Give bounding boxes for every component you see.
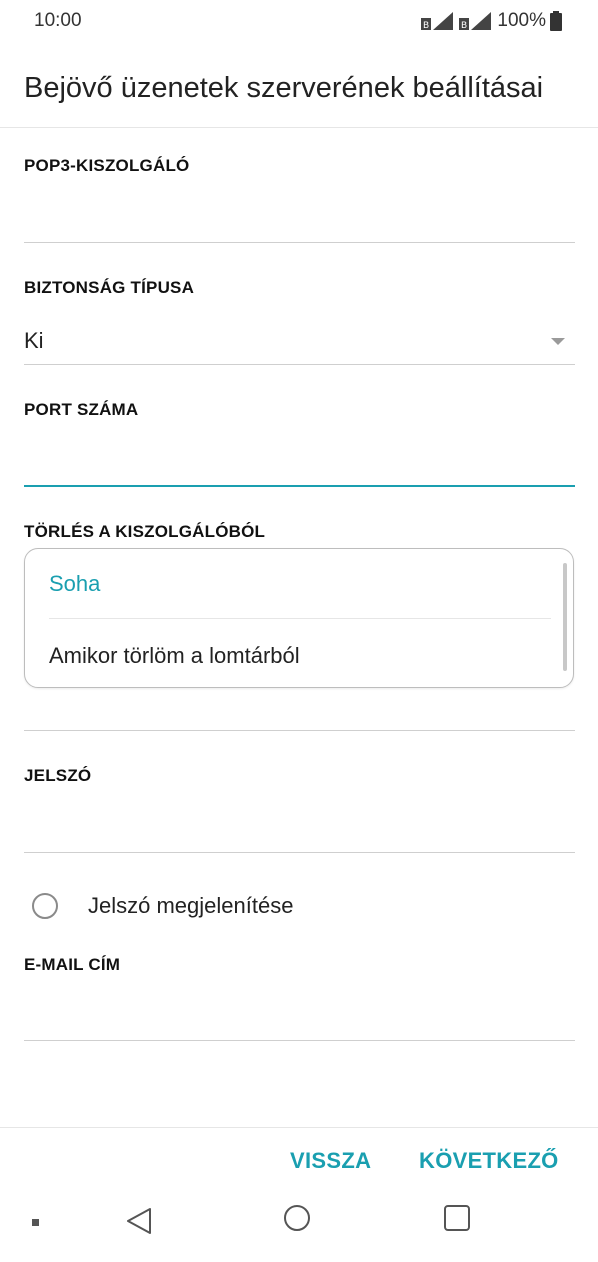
port-label: PORT SZÁMA <box>24 400 139 419</box>
password-label: JELSZÓ <box>24 766 92 785</box>
security-type-dropdown[interactable]: Ki <box>24 318 575 362</box>
email-label: E-MAIL CÍM <box>24 955 121 974</box>
show-password-radio[interactable] <box>32 893 58 919</box>
popup-divider <box>49 618 551 619</box>
status-icons: B B 100% <box>421 10 562 32</box>
header-divider <box>0 127 598 128</box>
sim1-signal-icon: B <box>421 12 454 30</box>
home-circle-icon[interactable] <box>284 1205 310 1231</box>
back-triangle-icon[interactable] <box>126 1207 152 1235</box>
security-underline <box>24 364 575 365</box>
svg-text:B: B <box>423 21 429 30</box>
delete-underline <box>24 730 575 731</box>
delete-from-server-label: TÖRLÉS A KISZOLGÁLÓBÓL <box>24 522 266 541</box>
back-button[interactable]: VISSZA <box>290 1148 371 1174</box>
recents-square-icon[interactable] <box>444 1205 470 1231</box>
email-underline <box>24 1040 575 1041</box>
delete-option-popup: Soha Amikor törlöm a lomtárból <box>24 548 574 688</box>
page-title: Bejövő üzenetek szerverének beállításai <box>24 72 544 104</box>
next-button[interactable]: KÖVETKEZŐ <box>419 1148 559 1174</box>
security-value: Ki <box>24 328 44 353</box>
battery-percent: 100% <box>497 10 546 31</box>
password-underline <box>24 852 575 853</box>
port-input-underline <box>24 485 575 487</box>
email-input[interactable] <box>24 988 575 1038</box>
status-time: 10:00 <box>34 10 82 31</box>
server-input[interactable] <box>24 190 575 240</box>
dropdown-arrow-icon <box>551 338 565 345</box>
password-input[interactable] <box>24 798 575 850</box>
nav-indicator-icon <box>32 1219 39 1226</box>
security-label: BIZTONSÁG TÍPUSA <box>24 278 195 297</box>
server-input-underline <box>24 242 575 243</box>
footer-divider <box>0 1127 598 1128</box>
sim2-signal-icon: B <box>459 12 492 30</box>
popup-scrollbar[interactable] <box>563 563 567 671</box>
svg-text:B: B <box>461 21 467 30</box>
option-never[interactable]: Soha <box>49 571 100 597</box>
port-input[interactable] <box>24 430 575 484</box>
option-when-deleted-from-trash[interactable]: Amikor törlöm a lomtárból <box>49 643 300 669</box>
show-password-label[interactable]: Jelszó megjelenítése <box>88 893 293 919</box>
battery-icon <box>550 11 562 31</box>
server-label: POP3-KISZOLGÁLÓ <box>24 156 190 175</box>
